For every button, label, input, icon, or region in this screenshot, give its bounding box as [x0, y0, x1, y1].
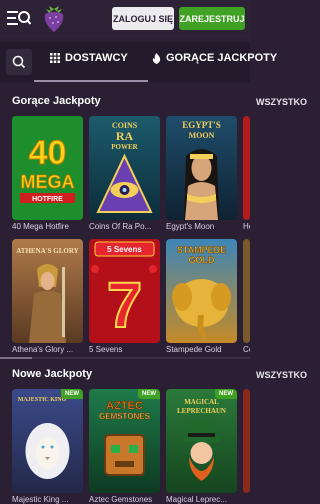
grid-icon — [50, 53, 60, 63]
tile-art-text: POWER — [111, 143, 138, 151]
game-thumbnail: COINS RA POWER — [89, 116, 160, 220]
register-button[interactable]: ZAREJESTRUJ — [179, 7, 245, 30]
see-all-new-jackpots-link[interactable]: WSZYSTKO — [256, 370, 307, 380]
section-title-hot-jackpots: Gorące Jackpoty — [12, 95, 101, 107]
new-badge: NEW — [138, 389, 160, 399]
game-thumbnail: MAGICAL LEPRECHAUN — [166, 389, 237, 493]
game-tile-partial[interactable] — [243, 389, 250, 493]
tile-art-text: GEMSTONES — [99, 412, 151, 421]
tile-art-text: AZTEC — [106, 400, 143, 412]
game-tile-majestic-king[interactable]: MAJESTIC KING NEW — [12, 389, 83, 493]
section-title-new-jackpots: Nowe Jackpoty — [12, 368, 93, 380]
game-tile-partial[interactable] — [243, 116, 250, 220]
game-caption: Stampede Gold — [166, 345, 222, 354]
tile-art-text: 5 Sevens — [107, 245, 142, 254]
carousel-scrollbar-track[interactable] — [0, 357, 250, 359]
search-button[interactable] — [6, 49, 32, 75]
top-bar: ZALOGUJ SIĘ ZAREJESTRUJ — [0, 0, 250, 38]
tile-art-text: MAGICAL — [184, 398, 219, 406]
new-badge: NEW — [61, 389, 83, 399]
tile-art-text: MEGA — [21, 172, 75, 192]
category-nav: DOSTAWCY GORĄCE JACKPOTY — [0, 42, 277, 82]
game-caption: 5 Sevens — [89, 345, 123, 354]
tile-art-text: 40 — [29, 134, 67, 172]
tile-art-text: MAJESTIC KING — [18, 397, 67, 403]
tab-hot-jackpots-label: GORĄCE JACKPOTY — [166, 52, 278, 64]
game-caption: He... — [243, 222, 250, 231]
tile-art-text: ATHENA'S GLORY — [16, 247, 78, 255]
tile-art-text: MOON — [189, 131, 215, 140]
game-thumbnail: AZTEC GEMSTONES — [89, 389, 160, 493]
game-tile-stampede-gold[interactable]: STAMPEDE GOLD — [166, 239, 237, 343]
tile-art-text: GOLD — [189, 255, 215, 265]
tile-art-text: LEPRECHAUN — [177, 407, 226, 415]
game-tile-5-sevens[interactable]: 5 Sevens 7 — [89, 239, 160, 343]
active-tab-indicator — [34, 80, 148, 82]
game-thumbnail: 40 MEGA HOTFIRE — [12, 116, 83, 220]
menu-search-icon[interactable] — [7, 9, 31, 27]
strawberry-logo[interactable] — [41, 5, 67, 33]
search-icon — [12, 55, 26, 69]
flame-icon — [152, 52, 161, 64]
game-thumbnail: EGYPT'S MOON — [166, 116, 237, 220]
tile-art-text: HOTFIRE — [32, 196, 63, 203]
new-badge: NEW — [215, 389, 237, 399]
game-caption: Athena's Glory ... — [12, 345, 74, 354]
game-tile-coins-of-ra[interactable]: COINS RA POWER — [89, 116, 160, 220]
game-thumbnail: MAJESTIC KING — [12, 389, 83, 493]
login-button[interactable]: ZALOGUJ SIĘ — [112, 7, 174, 30]
game-tile-egypts-moon[interactable]: EGYPT'S MOON — [166, 116, 237, 220]
game-thumbnail: STAMPEDE GOLD — [166, 239, 237, 343]
tile-art-text: STAMPEDE — [177, 245, 226, 255]
game-tile-magical-leprechaun[interactable]: MAGICAL LEPRECHAUN NEW — [166, 389, 237, 493]
game-tile-40-mega-hotfire[interactable]: 40 MEGA HOTFIRE — [12, 116, 83, 220]
game-tile-aztec-gemstones[interactable]: AZTEC GEMSTONES NEW — [89, 389, 160, 493]
tile-art-text: RA — [116, 129, 134, 143]
svg-text:7: 7 — [107, 269, 143, 341]
game-caption: Coins Of Ra Po... — [89, 222, 152, 231]
game-tile-partial[interactable] — [243, 239, 250, 343]
tab-providers-label: DOSTAWCY — [65, 52, 128, 64]
tile-art-text: EGYPT'S — [182, 120, 221, 130]
see-all-hot-jackpots-link[interactable]: WSZYSTKO — [256, 97, 307, 107]
carousel-scrollbar-thumb[interactable] — [0, 357, 32, 359]
game-caption: 40 Mega Hotfire — [12, 222, 69, 231]
game-caption: Egypt's Moon — [166, 222, 215, 231]
game-thumbnail: 5 Sevens 7 — [89, 239, 160, 343]
game-caption: Ce... — [243, 345, 250, 354]
tab-providers[interactable]: DOSTAWCY — [50, 52, 128, 64]
game-thumbnail: ATHENA'S GLORY — [12, 239, 83, 343]
game-tile-athenas-glory[interactable]: ATHENA'S GLORY — [12, 239, 83, 343]
tab-hot-jackpots[interactable]: GORĄCE JACKPOTY — [152, 52, 277, 64]
